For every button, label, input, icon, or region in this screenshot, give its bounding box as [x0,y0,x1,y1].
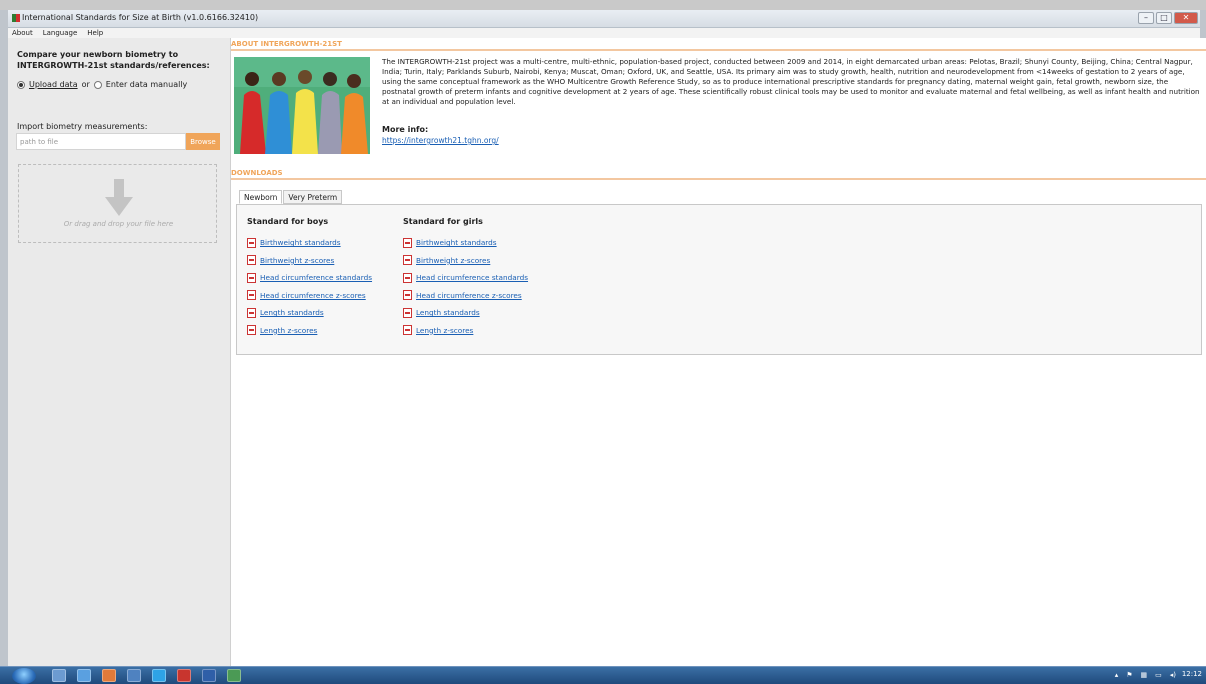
download-link[interactable]: Length z-scores [416,326,473,335]
word-icon[interactable] [202,669,216,682]
download-link[interactable]: Birthweight standards [416,238,497,247]
newborn-tab-panel: Standard for boys Birthweight standards … [236,204,1202,355]
tray-arrow-icon[interactable]: ▴ [1115,669,1119,682]
network-icon[interactable]: ▦ [1141,669,1148,682]
pdf-icon [403,325,412,336]
download-link[interactable]: Head circumference z-scores [416,291,522,300]
enter-manually-radio[interactable] [93,80,102,89]
download-link[interactable]: Length standards [416,308,480,317]
app-icon-blue[interactable] [77,669,91,682]
download-item[interactable]: Head circumference z-scores [403,287,528,305]
pdf-icon [247,272,256,283]
tab-newborn[interactable]: Newborn [239,190,283,204]
download-link[interactable]: Birthweight z-scores [416,256,490,265]
upload-data-label[interactable]: Upload data [29,80,78,89]
pdf-icon [247,325,256,336]
about-header: ABOUT INTERGROWTH-21st [231,40,1206,51]
more-info-label: More info: [382,125,429,134]
pdf-icon [247,255,256,266]
import-label: Import biometry measurements: [17,122,148,131]
taskbar-icons [52,669,241,682]
download-link[interactable]: Birthweight standards [260,238,341,247]
close-button[interactable]: ✕ [1174,12,1198,24]
pdf-icon [403,272,412,283]
download-item[interactable]: Length z-scores [247,322,372,340]
file-dropzone[interactable]: Or drag and drop your file here [18,164,217,243]
browse-button[interactable]: Browse [186,133,220,150]
download-link[interactable]: Length z-scores [260,326,317,335]
download-item[interactable]: Birthweight standards [247,234,372,252]
data-source-options: Upload data or Enter data manually [17,80,187,89]
sidebar: Compare your newborn biometry to INTERGR… [8,38,231,666]
main-content: ABOUT INTERGROWTH-21st The INTERGROWTH-2… [231,38,1206,666]
boys-column: Standard for boys Birthweight standards … [247,217,372,339]
download-link[interactable]: Length standards [260,308,324,317]
download-item[interactable]: Length z-scores [403,322,528,340]
download-link[interactable]: Head circumference standards [260,273,372,282]
menu-help[interactable]: Help [87,28,103,38]
drop-text: Or drag and drop your file here [63,220,174,228]
download-item[interactable]: Head circumference z-scores [247,287,372,305]
window-controls: – □ ✕ [1138,12,1198,24]
volume-icon[interactable]: ◂) [1170,669,1176,682]
download-link[interactable]: Head circumference standards [416,273,528,282]
upload-data-radio[interactable] [17,80,25,89]
flag-icon[interactable]: ⚑ [1126,669,1132,682]
menu-bar: About Language Help [8,28,1200,38]
women-illustration [234,57,370,154]
menu-about[interactable]: About [12,28,33,38]
pdf-icon [403,307,412,318]
pdf-icon [247,237,256,248]
download-item[interactable]: Birthweight z-scores [247,252,372,270]
app-icon [12,14,20,22]
system-tray: ▴ ⚑ ▦ ▭ ◂) [1115,669,1176,682]
browser-icon[interactable] [102,669,116,682]
intergrowth-app-icon[interactable] [227,669,241,682]
download-link[interactable]: Head circumference z-scores [260,291,366,300]
pdf-reader-icon[interactable] [177,669,191,682]
monitor-icon[interactable]: ▭ [1155,669,1162,682]
skype-icon[interactable] [152,669,166,682]
path-input[interactable] [16,133,186,150]
download-item[interactable]: Length standards [247,304,372,322]
menu-language[interactable]: Language [43,28,78,38]
download-item[interactable]: Birthweight standards [403,234,528,252]
pdf-icon [247,307,256,318]
title-bar: International Standards for Size at Birt… [8,10,1200,28]
explorer-icon[interactable] [52,669,66,682]
boys-title: Standard for boys [247,217,329,226]
download-item[interactable]: Head circumference standards [403,269,528,287]
pdf-icon [403,237,412,248]
tab-very-preterm[interactable]: Very Preterm [283,190,343,204]
compare-title: Compare your newborn biometry to INTERGR… [17,50,210,70]
download-link[interactable]: Birthweight z-scores [260,256,334,265]
enter-manually-label[interactable]: Enter data manually [106,80,188,89]
download-item[interactable]: Birthweight z-scores [403,252,528,270]
downloads-tabs: Newborn Very Preterm [239,190,343,204]
minimize-button[interactable]: – [1138,12,1154,24]
download-item[interactable]: Head circumference standards [247,269,372,287]
about-description: The INTERGROWTH-21st project was a multi… [382,57,1200,106]
downloads-header: DOWNLOADS [231,169,1206,180]
girls-column: Standard for girls Birthweight standards… [403,217,528,339]
start-button[interactable] [12,668,36,684]
window-frame-left [0,10,8,666]
maximize-button[interactable]: □ [1156,12,1172,24]
window-icon[interactable] [127,669,141,682]
or-label: or [81,80,90,89]
pdf-icon [403,290,412,301]
download-item[interactable]: Length standards [403,304,528,322]
window-title: International Standards for Size at Birt… [22,13,259,22]
taskbar-clock[interactable]: 12:12 [1182,670,1202,678]
girls-title: Standard for girls [403,217,483,226]
pdf-icon [247,290,256,301]
pdf-icon [403,255,412,266]
download-arrow-icon [105,179,133,216]
taskbar: ▴ ⚑ ▦ ▭ ◂) 12:12 [0,666,1206,684]
more-info-link[interactable]: https://intergrowth21.tghn.org/ [382,136,499,145]
